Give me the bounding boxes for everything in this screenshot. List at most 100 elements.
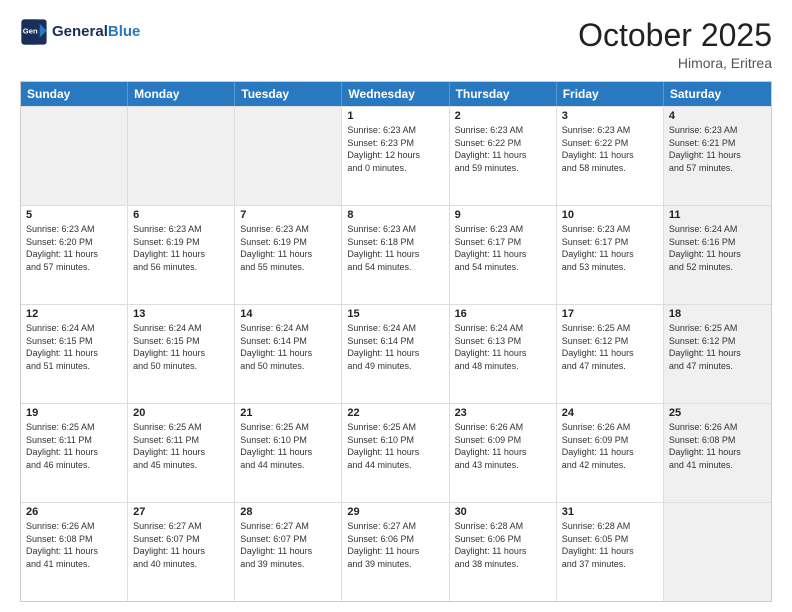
cell-info: Daylight: 11 hours: [562, 248, 658, 261]
cell-info: Sunrise: 6:28 AM: [455, 520, 551, 533]
cell-info: Daylight: 11 hours: [669, 248, 766, 261]
day-number: 22: [347, 407, 443, 419]
cell-info: and 57 minutes.: [669, 162, 766, 175]
calendar-row: 12Sunrise: 6:24 AMSunset: 6:15 PMDayligh…: [21, 304, 771, 403]
cell-info: Sunrise: 6:25 AM: [669, 322, 766, 335]
cell-info: Daylight: 11 hours: [455, 248, 551, 261]
day-number: 3: [562, 110, 658, 122]
cell-info: Sunset: 6:14 PM: [347, 335, 443, 348]
cell-info: Sunset: 6:06 PM: [347, 533, 443, 546]
day-number: 7: [240, 209, 336, 221]
cell-info: and 52 minutes.: [669, 261, 766, 274]
cell-info: Sunset: 6:07 PM: [240, 533, 336, 546]
cell-info: and 41 minutes.: [669, 459, 766, 472]
weekday-header: Friday: [557, 82, 664, 106]
cell-info: Daylight: 11 hours: [562, 446, 658, 459]
logo: Gen GeneralBlue: [20, 18, 140, 46]
cell-info: Sunset: 6:08 PM: [669, 434, 766, 447]
cell-info: Sunrise: 6:26 AM: [455, 421, 551, 434]
calendar-cell: 14Sunrise: 6:24 AMSunset: 6:14 PMDayligh…: [235, 305, 342, 403]
calendar-cell: 9Sunrise: 6:23 AMSunset: 6:17 PMDaylight…: [450, 206, 557, 304]
cell-info: Daylight: 11 hours: [347, 347, 443, 360]
cell-info: Sunset: 6:13 PM: [455, 335, 551, 348]
cell-info: Sunrise: 6:23 AM: [455, 124, 551, 137]
calendar-cell: [664, 503, 771, 601]
cell-info: Daylight: 11 hours: [455, 446, 551, 459]
day-number: 9: [455, 209, 551, 221]
calendar-cell: 15Sunrise: 6:24 AMSunset: 6:14 PMDayligh…: [342, 305, 449, 403]
cell-info: Sunset: 6:18 PM: [347, 236, 443, 249]
cell-info: Sunset: 6:14 PM: [240, 335, 336, 348]
cell-info: Sunset: 6:20 PM: [26, 236, 122, 249]
calendar-cell: 6Sunrise: 6:23 AMSunset: 6:19 PMDaylight…: [128, 206, 235, 304]
cell-info: Sunrise: 6:24 AM: [347, 322, 443, 335]
calendar-cell: [21, 107, 128, 205]
calendar-cell: 5Sunrise: 6:23 AMSunset: 6:20 PMDaylight…: [21, 206, 128, 304]
calendar-cell: [128, 107, 235, 205]
day-number: 18: [669, 308, 766, 320]
cell-info: Sunrise: 6:25 AM: [347, 421, 443, 434]
calendar-cell: 30Sunrise: 6:28 AMSunset: 6:06 PMDayligh…: [450, 503, 557, 601]
calendar-cell: 27Sunrise: 6:27 AMSunset: 6:07 PMDayligh…: [128, 503, 235, 601]
calendar-row: 1Sunrise: 6:23 AMSunset: 6:23 PMDaylight…: [21, 106, 771, 205]
cell-info: and 37 minutes.: [562, 558, 658, 571]
calendar-row: 19Sunrise: 6:25 AMSunset: 6:11 PMDayligh…: [21, 403, 771, 502]
day-number: 27: [133, 506, 229, 518]
cell-info: Daylight: 11 hours: [455, 545, 551, 558]
calendar-cell: 11Sunrise: 6:24 AMSunset: 6:16 PMDayligh…: [664, 206, 771, 304]
cell-info: and 47 minutes.: [669, 360, 766, 373]
logo-icon: Gen: [20, 18, 48, 46]
cell-info: and 43 minutes.: [455, 459, 551, 472]
cell-info: Sunrise: 6:26 AM: [562, 421, 658, 434]
cell-info: Sunset: 6:15 PM: [26, 335, 122, 348]
day-number: 5: [26, 209, 122, 221]
cell-info: Daylight: 11 hours: [26, 248, 122, 261]
cell-info: Sunset: 6:17 PM: [455, 236, 551, 249]
cell-info: Daylight: 11 hours: [669, 446, 766, 459]
cell-info: Sunrise: 6:27 AM: [347, 520, 443, 533]
weekday-header: Tuesday: [235, 82, 342, 106]
cell-info: Sunset: 6:19 PM: [133, 236, 229, 249]
cell-info: Sunrise: 6:24 AM: [240, 322, 336, 335]
calendar: SundayMondayTuesdayWednesdayThursdayFrid…: [20, 81, 772, 602]
svg-text:Gen: Gen: [23, 26, 38, 35]
calendar-cell: 31Sunrise: 6:28 AMSunset: 6:05 PMDayligh…: [557, 503, 664, 601]
weekday-header: Sunday: [21, 82, 128, 106]
cell-info: Sunset: 6:12 PM: [562, 335, 658, 348]
location: Himora, Eritrea: [578, 55, 772, 71]
cell-info: Daylight: 11 hours: [455, 347, 551, 360]
cell-info: Sunset: 6:10 PM: [240, 434, 336, 447]
cell-info: Daylight: 11 hours: [347, 248, 443, 261]
cell-info: and 51 minutes.: [26, 360, 122, 373]
cell-info: Sunset: 6:12 PM: [669, 335, 766, 348]
cell-info: Daylight: 11 hours: [26, 545, 122, 558]
calendar-cell: 23Sunrise: 6:26 AMSunset: 6:09 PMDayligh…: [450, 404, 557, 502]
cell-info: and 53 minutes.: [562, 261, 658, 274]
cell-info: Sunset: 6:15 PM: [133, 335, 229, 348]
cell-info: Sunrise: 6:23 AM: [133, 223, 229, 236]
cell-info: Daylight: 11 hours: [240, 446, 336, 459]
cell-info: Daylight: 11 hours: [26, 347, 122, 360]
month-title: October 2025: [578, 18, 772, 53]
calendar-cell: 18Sunrise: 6:25 AMSunset: 6:12 PMDayligh…: [664, 305, 771, 403]
weekday-header: Monday: [128, 82, 235, 106]
cell-info: Daylight: 11 hours: [133, 446, 229, 459]
day-number: 4: [669, 110, 766, 122]
day-number: 13: [133, 308, 229, 320]
weekday-header: Thursday: [450, 82, 557, 106]
cell-info: Sunrise: 6:25 AM: [26, 421, 122, 434]
cell-info: Sunrise: 6:23 AM: [562, 223, 658, 236]
calendar-cell: 16Sunrise: 6:24 AMSunset: 6:13 PMDayligh…: [450, 305, 557, 403]
cell-info: Sunset: 6:09 PM: [455, 434, 551, 447]
calendar-cell: 10Sunrise: 6:23 AMSunset: 6:17 PMDayligh…: [557, 206, 664, 304]
cell-info: and 42 minutes.: [562, 459, 658, 472]
cell-info: Sunrise: 6:23 AM: [347, 124, 443, 137]
title-block: October 2025 Himora, Eritrea: [578, 18, 772, 71]
cell-info: Sunset: 6:22 PM: [455, 137, 551, 150]
cell-info: and 50 minutes.: [133, 360, 229, 373]
cell-info: and 54 minutes.: [347, 261, 443, 274]
cell-info: Sunrise: 6:23 AM: [562, 124, 658, 137]
cell-info: Sunset: 6:21 PM: [669, 137, 766, 150]
day-number: 14: [240, 308, 336, 320]
calendar-cell: 20Sunrise: 6:25 AMSunset: 6:11 PMDayligh…: [128, 404, 235, 502]
